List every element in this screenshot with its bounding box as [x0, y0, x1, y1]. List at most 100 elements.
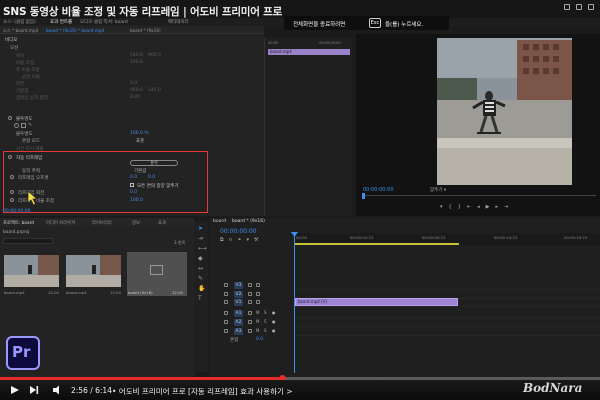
tab-source[interactable]: 소스: (클립 없음) — [3, 19, 36, 25]
go-to-in-icon[interactable]: ⇤ — [467, 204, 471, 210]
slip-tool-icon[interactable]: ↔ — [198, 266, 204, 272]
work-area-bar[interactable] — [294, 243, 459, 245]
maximize-icon[interactable] — [576, 4, 582, 10]
sync-icon[interactable] — [248, 292, 252, 296]
fx-toggle-icon[interactable] — [8, 155, 12, 159]
mic-icon[interactable]: ● — [272, 328, 276, 333]
analyze-button[interactable]: 분석 — [130, 160, 178, 166]
tab-media-browser[interactable]: 미디어 브라우저 — [46, 220, 75, 226]
ec-row-position[interactable]: 위치 540.0 960.0 — [0, 52, 264, 59]
track-header-a1[interactable]: A1 M S ● — [222, 309, 294, 318]
track-header-v1[interactable]: V1 — [222, 298, 294, 307]
solo-button[interactable]: S — [264, 328, 267, 333]
ec-row-opacity[interactable]: 불투명도 — [0, 115, 264, 122]
out-point-icon[interactable]: } — [458, 204, 461, 210]
mute-button[interactable]: M — [256, 319, 259, 324]
solo-button[interactable]: S — [264, 319, 267, 324]
play-icon[interactable]: ▶ — [486, 204, 490, 210]
center-checkbox[interactable] — [130, 183, 134, 187]
program-fit-select[interactable]: 맞추기 ▾ — [430, 187, 446, 193]
program-ruler[interactable] — [362, 195, 596, 200]
ec-row-scale-width[interactable]: 폭 비율 조정 — [0, 66, 264, 73]
program-video-frame[interactable] — [437, 38, 572, 185]
timeline-timecode[interactable]: 00:00:00:00 — [220, 228, 257, 235]
solo-button[interactable]: S — [264, 310, 267, 315]
mute-button[interactable]: M — [256, 328, 259, 333]
ec-row-motion[interactable]: 모션 — [0, 44, 264, 51]
ec-row-center-checkbox[interactable]: 모든 면의 중앙 맞추기 — [0, 182, 264, 189]
sync-icon[interactable] — [248, 311, 252, 315]
stopwatch-icon[interactable] — [10, 175, 14, 179]
ripple-edit-tool-icon[interactable]: ⟷ — [198, 246, 207, 252]
track-header-a2[interactable]: A2 M S ● — [222, 318, 294, 327]
tab-libraries[interactable]: 라이브러리 — [92, 220, 112, 226]
type-tool-icon[interactable]: T — [198, 296, 204, 302]
wrench-icon[interactable]: ⚒ — [254, 237, 258, 243]
lock-icon[interactable] — [224, 292, 228, 296]
program-playhead[interactable] — [362, 193, 365, 199]
lock-icon[interactable] — [224, 300, 228, 304]
ec-row-opacity-value[interactable]: 불투명도 100.0 % — [0, 130, 264, 137]
track-row-a3[interactable] — [294, 327, 600, 336]
go-to-out-icon[interactable]: ⇥ — [504, 204, 508, 210]
sync-icon[interactable] — [248, 283, 252, 287]
selection-tool-icon[interactable]: ➤ — [198, 226, 204, 232]
ec-timecode[interactable]: 00:00:00:00 — [3, 209, 30, 214]
tab-effect-controls[interactable]: 효과 컨트롤 — [50, 19, 72, 25]
ec-row-reframe-offset[interactable]: 리프레임 오프셋 0.0 0.0 — [0, 174, 264, 181]
eye-icon[interactable] — [256, 300, 260, 304]
ec-row-anti-flicker[interactable]: 깜박임 방지 필터 0.00 — [0, 94, 264, 101]
sync-icon[interactable] — [248, 300, 252, 304]
sync-icon[interactable] — [248, 320, 252, 324]
eye-icon[interactable] — [256, 283, 260, 287]
source-clip-label[interactable]: 소스 * board.mp4 — [3, 28, 38, 34]
project-thumb-2[interactable] — [66, 255, 121, 287]
ec-row-rotation[interactable]: 회전 0.0 — [0, 80, 264, 87]
program-timecode[interactable]: 00:00:00:00 — [363, 187, 394, 193]
track-row-v3[interactable] — [294, 281, 600, 290]
lock-icon[interactable] — [224, 320, 228, 324]
ec-row-reframe-scale[interactable]: 리프레임 비율 조정 100.0 — [0, 197, 264, 204]
player-chapter-title[interactable]: • 어도비 프리미어 프로 [자동 리프레임] 효과 사용하기 > — [112, 386, 293, 397]
pen-mask-icon[interactable]: ✎ — [28, 123, 33, 128]
fx-toggle-icon[interactable] — [8, 116, 12, 120]
tab-audio-clip-mixer[interactable]: 오디오 클립 믹서: board — [80, 19, 128, 25]
volume-icon[interactable] — [52, 385, 64, 395]
minimize-icon[interactable] — [564, 4, 570, 10]
mic-icon[interactable]: ● — [272, 310, 276, 315]
in-point-icon[interactable]: { — [449, 204, 452, 210]
razor-tool-icon[interactable]: ◆ — [198, 256, 204, 262]
nest-icon[interactable]: ⧉ — [220, 237, 224, 243]
tab-project[interactable]: 프로젝트: board — [3, 220, 34, 226]
tab-metadata[interactable]: 메타데이터 — [168, 19, 189, 25]
track-select-tool-icon[interactable]: ⇥ — [198, 236, 204, 242]
ec-row-anchor[interactable]: 기준점 960.0 540.0 — [0, 87, 264, 94]
next-icon[interactable] — [29, 385, 39, 395]
add-marker-icon[interactable]: ▾ — [246, 237, 249, 243]
ellipse-mask-icon[interactable] — [14, 123, 19, 128]
sequence-tab-label[interactable]: board * (9x16) — [130, 28, 161, 33]
snap-icon[interactable]: ∩ — [229, 237, 233, 243]
hand-tool-icon[interactable]: ✋ — [198, 286, 205, 292]
track-header-master[interactable]: 혼합 0.0 — [222, 336, 294, 345]
step-back-icon[interactable]: ◂ — [477, 204, 480, 210]
pen-tool-icon[interactable]: ✎ — [198, 276, 204, 282]
stopwatch-icon[interactable] — [10, 198, 14, 202]
lock-icon[interactable] — [224, 311, 228, 315]
ec-row-scale[interactable]: 비율 조정 100.0 — [0, 59, 264, 66]
ec-row-blend-mode[interactable]: 혼합 모드 표준 — [0, 137, 264, 144]
mic-icon[interactable]: ● — [272, 319, 276, 324]
ec-row-motion-tracking[interactable]: 동작 추적 기본값 — [0, 167, 264, 174]
sync-icon[interactable] — [248, 329, 252, 333]
lock-icon[interactable] — [224, 283, 228, 287]
sequence-clip-label[interactable]: board * (9x16) * board.mp4 — [46, 28, 104, 33]
timeline-playhead[interactable] — [294, 233, 295, 373]
play-icon[interactable] — [10, 385, 20, 395]
timeline-tab-active[interactable]: board * (9x16) — [232, 219, 265, 224]
stopwatch-icon[interactable] — [10, 190, 14, 194]
lock-icon[interactable] — [224, 329, 228, 333]
timeline-tab[interactable]: board — [213, 219, 226, 224]
tab-effects[interactable]: 효과 — [158, 220, 166, 226]
track-row-a2[interactable] — [294, 318, 600, 327]
eye-icon[interactable] — [256, 292, 260, 296]
